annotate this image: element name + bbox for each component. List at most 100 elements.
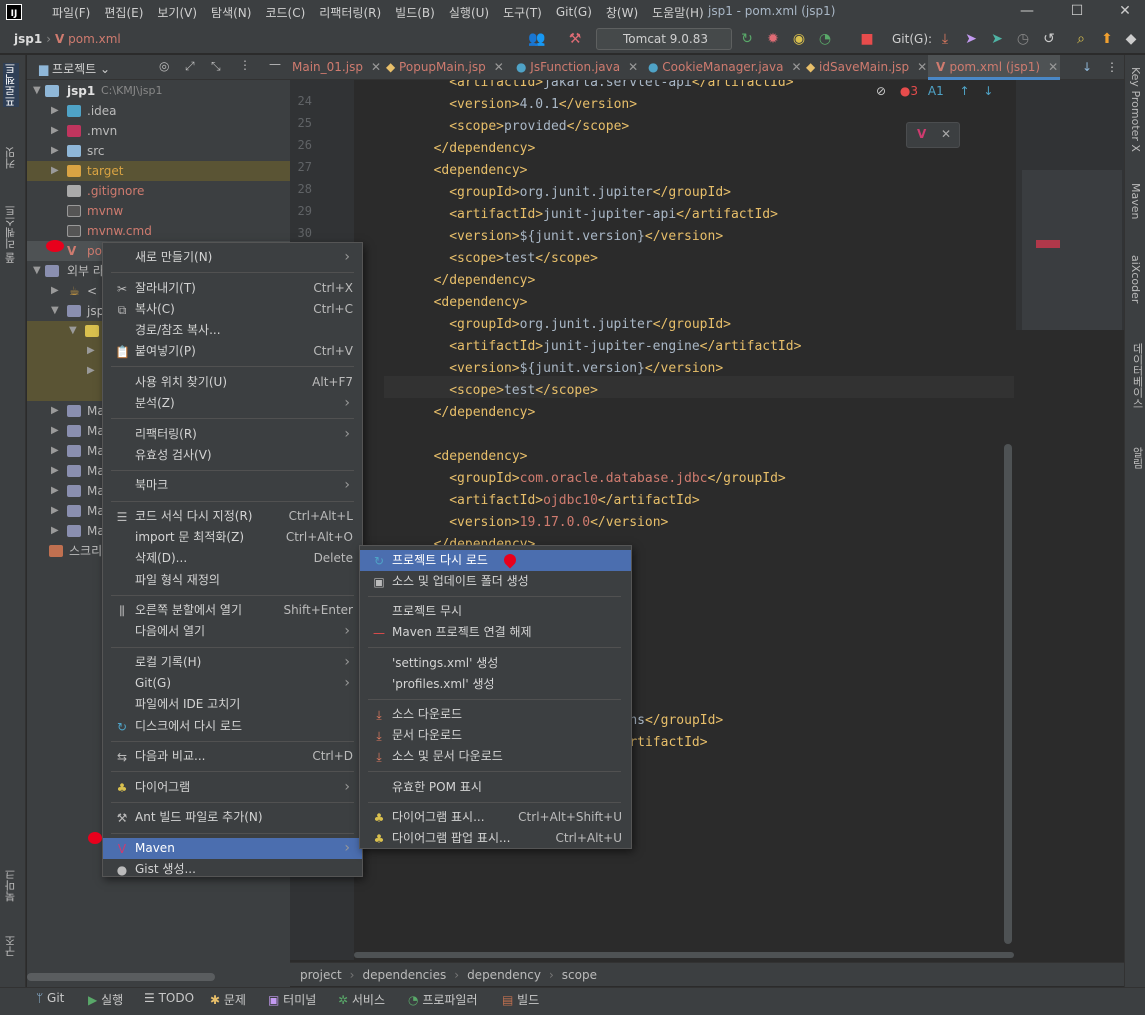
coverage-icon[interactable]: ◉ <box>790 30 808 48</box>
tab-main-01-jsp[interactable]: Main_01.jsp ✕ <box>292 55 381 80</box>
tree-item-src[interactable]: ▶ src <box>27 141 290 161</box>
tab-cookiemanager-java[interactable]: ● CookieManager.java ✕ <box>648 55 802 80</box>
menu-item-3[interactable]: ⧉ 복사(C) Ctrl+C <box>103 299 362 320</box>
maven-menu-item-7[interactable]: 'profiles.xml' 생성 <box>360 674 631 695</box>
tool-tab-bookmarks[interactable]: 북마크 <box>3 869 19 902</box>
tool-tab-aixcoder[interactable]: aiXcoder <box>1129 255 1142 303</box>
tool-tab-structure[interactable]: 구조 <box>3 935 19 957</box>
menu-item-0[interactable]: 새로 만들기(N) › <box>103 247 362 268</box>
menu-item-26[interactable]: ↻ 디스크에서 다시 로드 <box>103 716 362 737</box>
maven-menu-item-0[interactable]: ↻ 프로젝트 다시 로드 <box>360 550 631 571</box>
search-icon[interactable]: ⌕ <box>1072 30 1090 48</box>
close-tab-icon[interactable]: ✕ <box>1048 60 1058 74</box>
menu-item-17[interactable]: 삭제(D)... Delete <box>103 548 362 569</box>
horizontal-scrollbar[interactable] <box>354 952 1014 958</box>
tool-tab-maven[interactable]: Maven <box>1129 183 1142 219</box>
tool-button-build[interactable]: ▤ 빌드 <box>502 991 539 1008</box>
next-highlight-icon[interactable]: ↓ <box>983 84 993 98</box>
user-icon[interactable]: 👥 <box>528 30 546 48</box>
menu-tools[interactable]: 도구(T) <box>503 4 542 21</box>
expand-all-icon[interactable]: ⤢ <box>185 59 195 74</box>
menu-item-21[interactable]: 다음에서 열기 › <box>103 621 362 642</box>
menu-item-5[interactable]: 📋 붙여넣기(P) Ctrl+V <box>103 341 362 362</box>
menu-refactor[interactable]: 리팩터링(R) <box>319 4 381 21</box>
vertical-scrollbar[interactable] <box>1004 444 1012 944</box>
close-tab-icon[interactable]: ✕ <box>628 60 638 74</box>
menu-item-4[interactable]: 경로/참조 복사... <box>103 320 362 341</box>
tree-item-mvnw-cmd[interactable]: mvnw.cmd <box>27 221 290 241</box>
close-icon[interactable]: ✕ <box>1108 0 1142 24</box>
debug-icon[interactable]: ✹ <box>764 30 782 48</box>
tab-jsfunction-java[interactable]: ● JsFunction.java ✕ <box>516 55 638 80</box>
jetbrains-logo-icon[interactable]: ◆ <box>1122 30 1140 48</box>
tree-root-jsp1[interactable]: ▼ jsp1 C:\KMJ\jsp1 <box>27 81 290 101</box>
menu-item-16[interactable]: import 문 최적화(Z) Ctrl+Alt+O <box>103 527 362 548</box>
intellij-logo-icon[interactable]: IJ <box>6 4 22 20</box>
close-tab-icon[interactable]: ✕ <box>371 60 381 74</box>
menu-item-8[interactable]: 분석(Z) › <box>103 393 362 414</box>
breadcrumb-project[interactable]: jsp1 <box>14 32 42 46</box>
tool-tab-key-promoter[interactable]: Key Promoter X <box>1129 67 1142 152</box>
inspection-widget[interactable]: ⊘ ●3 A1 ↑ ↓ <box>876 84 993 98</box>
tree-item-mvn[interactable]: ▶ .mvn <box>27 121 290 141</box>
horizontal-scrollbar[interactable] <box>27 973 215 981</box>
reader-mode-icon[interactable]: ⊘ <box>876 84 886 98</box>
maven-menu-item-15[interactable]: ♣ 다이어그램 표시... Ctrl+Alt+Shift+U <box>360 807 631 828</box>
tab-list-icon[interactable]: ↓ <box>1082 55 1092 80</box>
tree-item-mvnw[interactable]: mvnw <box>27 201 290 221</box>
close-icon[interactable]: ✕ <box>941 127 951 141</box>
tool-tab-pull-requests[interactable]: 풀 리퀘스트 <box>3 205 19 264</box>
tool-button-run[interactable]: ▶ 실행 <box>88 991 123 1008</box>
hide-panel-icon[interactable]: — <box>269 57 281 71</box>
previous-highlight-icon[interactable]: ↑ <box>960 84 970 98</box>
tool-button-profiler[interactable]: ◔ 프로파일러 <box>408 991 478 1008</box>
menu-item-20[interactable]: ⫼ 오른쪽 분할에서 열기 Shift+Enter <box>103 600 362 621</box>
menu-run[interactable]: 실행(U) <box>449 4 489 21</box>
stop-icon[interactable]: ■ <box>858 30 876 48</box>
menu-item-34[interactable]: V Maven › <box>103 838 362 859</box>
build-hammer-icon[interactable]: ⚒ <box>566 30 584 48</box>
menu-item-28[interactable]: ⇆ 다음과 비교... Ctrl+D <box>103 746 362 767</box>
tree-item-target[interactable]: ▶ target <box>27 161 290 181</box>
maven-reload-icon[interactable]: V <box>917 127 926 141</box>
tool-button-services[interactable]: ✲ 서비스 <box>338 991 385 1008</box>
profile-icon[interactable]: ◔ <box>816 30 834 48</box>
menu-item-7[interactable]: 사용 위치 찾기(U) Alt+F7 <box>103 372 362 393</box>
close-tab-icon[interactable]: ✕ <box>791 60 801 74</box>
menu-item-18[interactable]: 파일 형식 재정의 <box>103 570 362 591</box>
maven-menu-item-4[interactable]: — Maven 프로젝트 연결 해제 <box>360 622 631 643</box>
maven-menu-item-13[interactable]: 유효한 POM 표시 <box>360 777 631 798</box>
menu-build[interactable]: 빌드(B) <box>395 4 435 21</box>
menu-window[interactable]: 창(W) <box>606 4 638 21</box>
tool-button-problems[interactable]: ✱ 문제 <box>210 991 246 1008</box>
menu-item-35[interactable]: ● Gist 생성... <box>103 859 362 880</box>
menu-navigate[interactable]: 탐색(N) <box>211 4 251 21</box>
tree-item-idea[interactable]: ▶ .idea <box>27 101 290 121</box>
close-tab-icon[interactable]: ✕ <box>917 60 927 74</box>
run-configuration-select[interactable]: Tomcat 9.0.83 <box>596 28 732 50</box>
minimize-icon[interactable]: — <box>1010 0 1044 24</box>
maven-menu-item-3[interactable]: 프로젝트 무시 <box>360 601 631 622</box>
tool-tab-project[interactable]: 프로젝트 <box>3 63 19 107</box>
maven-menu-item-9[interactable]: ⤓ 소스 다운로드 <box>360 704 631 725</box>
git-push-icon[interactable]: ➤ <box>962 30 980 48</box>
menu-edit[interactable]: 편집(E) <box>104 4 143 21</box>
menu-item-13[interactable]: 북마크 › <box>103 475 362 496</box>
tool-tab-commit[interactable]: 커밋 <box>3 147 19 169</box>
menu-item-11[interactable]: 유효성 검사(V) <box>103 445 362 466</box>
tool-button-todo[interactable]: ☰ TODO <box>144 991 194 1005</box>
menu-git[interactable]: Git(G) <box>556 5 592 19</box>
project-view-select[interactable]: ▆ 프로젝트 ⌄ <box>39 60 110 77</box>
git-commit-icon[interactable]: ➤ <box>988 30 1006 48</box>
close-tab-icon[interactable]: ✕ <box>494 60 504 74</box>
menu-item-2[interactable]: ✂ 잘라내기(T) Ctrl+X <box>103 278 362 299</box>
maximize-icon[interactable]: ☐ <box>1060 0 1094 24</box>
tab-popupmain-jsp[interactable]: ◆ PopupMain.jsp ✕ <box>386 55 504 80</box>
tool-button-terminal[interactable]: ▣ 터미널 <box>268 991 316 1008</box>
maven-menu-item-1[interactable]: ▣ 소스 및 업데이트 폴더 생성 <box>360 571 631 592</box>
rerun-icon[interactable]: ↻ <box>738 30 756 48</box>
menu-item-15[interactable]: ☰ 코드 서식 다시 지정(R) Ctrl+Alt+L <box>103 506 362 527</box>
crumb-dependencies[interactable]: dependencies <box>362 968 446 982</box>
menu-view[interactable]: 보기(V) <box>157 4 197 21</box>
crumb-dependency[interactable]: dependency <box>467 968 541 982</box>
